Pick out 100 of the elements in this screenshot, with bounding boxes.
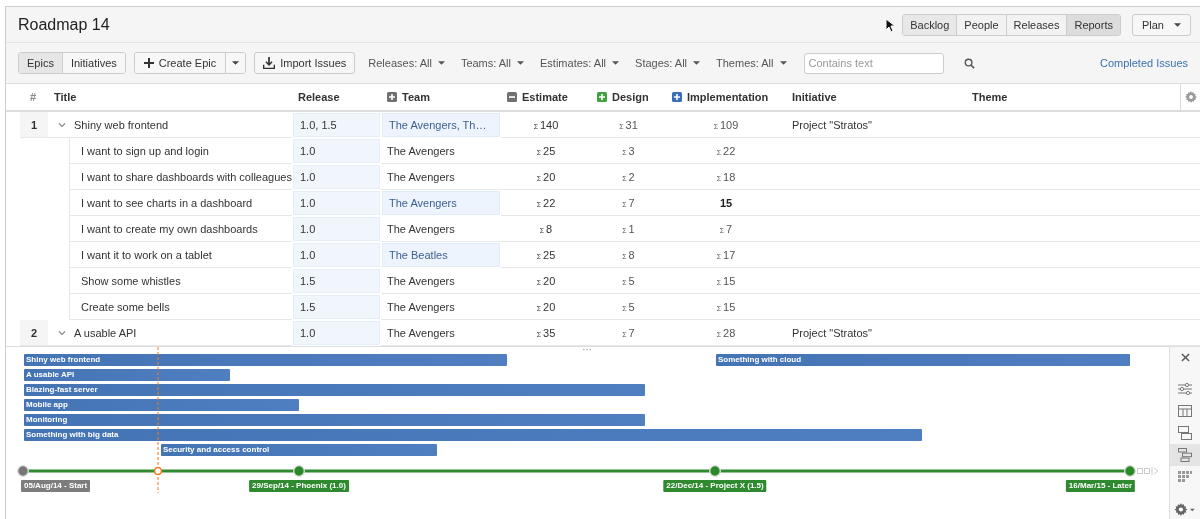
- issue-title[interactable]: I want to share dashboards with colleagues: [81, 170, 292, 183]
- download-icon: [263, 57, 276, 69]
- value-text: 15: [719, 196, 733, 209]
- issue-title[interactable]: I want to create my own dashboards: [81, 222, 258, 235]
- timeline-bar[interactable]: Blazing-fast server: [24, 384, 645, 396]
- column-label: Theme: [972, 91, 1008, 103]
- filter-dropdown[interactable]: Stages: All: [632, 53, 704, 73]
- release-cell[interactable]: 1.0: [293, 321, 380, 345]
- column-header[interactable]: Estimate: [501, 84, 591, 110]
- timeline-bar[interactable]: Shiny web frontend: [24, 354, 507, 366]
- settings-icon[interactable]: [1184, 91, 1197, 103]
- filter-dropdown[interactable]: Teams: All: [457, 53, 527, 73]
- release-cell[interactable]: 1.0: [293, 191, 380, 215]
- milestone-label: 22/Dec/14 - Project X (1.5): [663, 480, 767, 492]
- timeline-bar[interactable]: Something with big data: [24, 429, 922, 441]
- team-cell[interactable]: The Avengers: [381, 268, 501, 294]
- completed-issues-link[interactable]: Completed Issues: [1099, 57, 1188, 69]
- milestone-dot[interactable]: [17, 465, 29, 477]
- minus-square-icon[interactable]: [507, 92, 517, 102]
- issue-title[interactable]: Create some bells: [81, 300, 170, 313]
- team-cell[interactable]: The Avengers: [381, 216, 501, 242]
- issue-title[interactable]: I want to see charts in a dashboard: [81, 196, 253, 209]
- filter-dropdown[interactable]: Releases: All: [365, 53, 448, 73]
- plan-dropdown[interactable]: Plan: [1131, 13, 1191, 36]
- release-cell[interactable]: 1.0: [293, 243, 380, 267]
- resize-grip-icon[interactable]: [583, 348, 591, 351]
- column-label: Initiative: [792, 91, 837, 103]
- column-header[interactable]: Title: [48, 84, 292, 110]
- release-cell[interactable]: 1.0: [293, 165, 380, 189]
- caret-icon: [1174, 22, 1181, 27]
- column-header[interactable]: Design: [591, 84, 666, 110]
- timeline-bar[interactable]: A usable API: [24, 369, 230, 381]
- issue-title[interactable]: Shiny web frontend: [74, 118, 169, 131]
- release-cell[interactable]: 1.0, 1.5: [293, 113, 380, 137]
- chevron-down-icon[interactable]: [58, 328, 66, 337]
- team-cell[interactable]: The Avengers: [381, 164, 501, 190]
- column-label: Title: [54, 91, 77, 103]
- issue-title[interactable]: A usable API: [74, 326, 137, 339]
- timeline-bar[interactable]: Security and access control: [161, 444, 437, 456]
- plus-square-icon[interactable]: [672, 92, 682, 102]
- release-cell[interactable]: 1.0: [293, 139, 380, 163]
- column-label: Team: [402, 91, 430, 103]
- team-cell[interactable]: The Avengers: [381, 320, 501, 346]
- row-number: 2: [30, 326, 38, 339]
- column-label: Release: [298, 91, 340, 103]
- view-toggle[interactable]: Epics: [19, 53, 62, 73]
- settings-icon[interactable]: [1174, 503, 1196, 516]
- milestone-label: 16/Mar/15 - Later: [1065, 480, 1135, 492]
- search-field[interactable]: Contains text: [803, 52, 944, 74]
- plus-square-icon[interactable]: [387, 92, 397, 102]
- column-header[interactable]: Release: [292, 84, 381, 110]
- dropdown-button[interactable]: [225, 53, 246, 73]
- search-icon[interactable]: [963, 57, 975, 69]
- timeline-end-icon: [1137, 467, 1159, 475]
- timeline-bar[interactable]: Something with cloud: [716, 354, 1130, 366]
- filter-dropdown[interactable]: Themes: All: [713, 53, 790, 73]
- team-cell[interactable]: The Avengers: [381, 138, 501, 164]
- hierarchy-icon[interactable]: [1170, 444, 1200, 466]
- close-icon[interactable]: [1180, 353, 1190, 362]
- issue-title[interactable]: Show some whistles: [81, 274, 181, 287]
- mouse-cursor-icon: [885, 18, 895, 33]
- column-label: Design: [612, 91, 649, 103]
- team-cell[interactable]: The Avengers, Th…: [382, 113, 500, 137]
- column-header[interactable]: Implementation: [666, 84, 786, 110]
- column-header[interactable]: #: [6, 84, 48, 110]
- nav-tab[interactable]: Reports: [1066, 14, 1120, 35]
- nav-tab[interactable]: Backlog: [903, 14, 957, 35]
- timeline-bar[interactable]: Monitoring: [24, 414, 645, 426]
- team-cell[interactable]: The Avengers: [382, 191, 500, 215]
- team-cell[interactable]: The Beatles: [382, 243, 500, 267]
- release-cell[interactable]: 1.5: [293, 269, 380, 293]
- caret-icon: [437, 61, 445, 65]
- release-cell[interactable]: 1.5: [293, 295, 380, 319]
- column-header[interactable]: Team: [381, 84, 501, 110]
- page-title: Roadmap 14: [18, 15, 110, 34]
- milestone-dot[interactable]: [1124, 465, 1136, 477]
- team-cell[interactable]: The Avengers: [381, 294, 501, 320]
- chevron-down-icon[interactable]: [58, 120, 66, 129]
- timeline-bar[interactable]: Mobile app: [24, 399, 299, 411]
- initiative-text: Project "Stratos": [792, 118, 872, 131]
- caret-icon: [693, 61, 701, 65]
- column-header[interactable]: Theme: [966, 84, 1180, 110]
- plus-icon: [143, 58, 154, 68]
- milestone-dot[interactable]: [709, 465, 721, 477]
- import-issues-button[interactable]: Import Issues: [254, 52, 356, 74]
- release-cell[interactable]: 1.0: [293, 217, 380, 241]
- initiative-text: Project "Stratos": [792, 326, 872, 339]
- filter-dropdown[interactable]: Estimates: All: [537, 53, 623, 73]
- milestone-dot[interactable]: [293, 465, 305, 477]
- column-label: Estimate: [522, 91, 568, 103]
- column-label: #: [29, 91, 37, 103]
- issue-title[interactable]: I want to sign up and login: [81, 144, 209, 157]
- issue-title[interactable]: I want it to work on a tablet: [81, 248, 212, 261]
- view-toggle[interactable]: Initiatives: [61, 53, 125, 73]
- column-label: Implementation: [687, 91, 769, 103]
- column-header[interactable]: Initiative: [786, 84, 966, 110]
- milestone-label: 05/Aug/14 - Start: [21, 480, 91, 492]
- caret-icon: [779, 61, 787, 65]
- milestone-label: 29/Sep/14 - Phoenix (1.0): [249, 480, 349, 492]
- plus-square-icon[interactable]: [597, 92, 607, 102]
